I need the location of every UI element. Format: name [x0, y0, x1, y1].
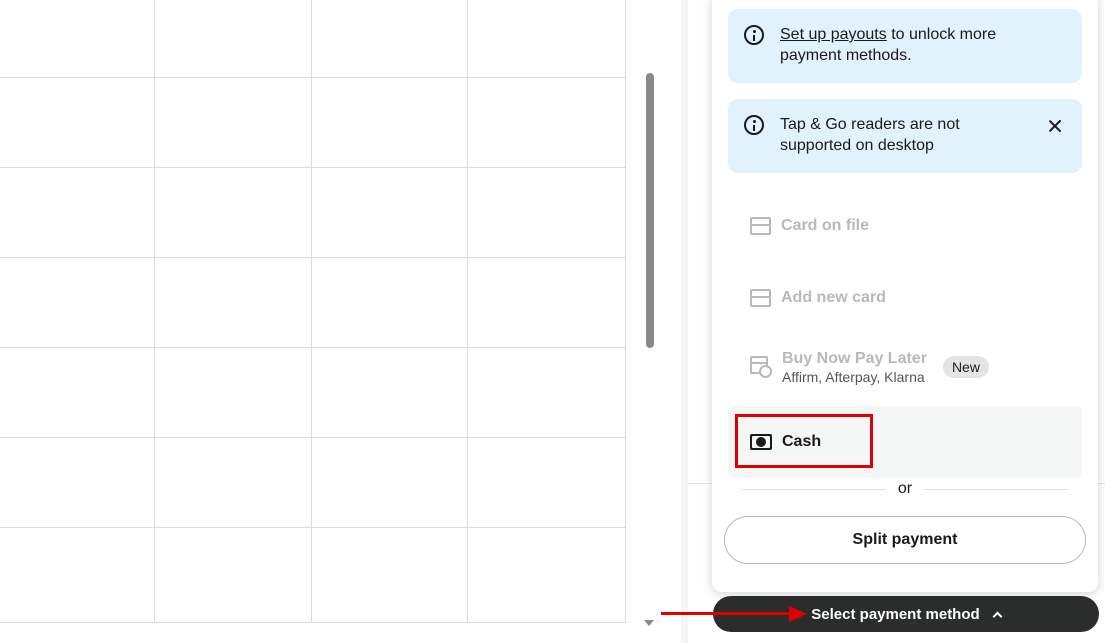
grid-cell[interactable] — [312, 528, 468, 623]
grid-cell[interactable] — [312, 78, 468, 168]
grid-cell[interactable] — [0, 0, 155, 78]
grid-cell[interactable] — [468, 258, 626, 348]
grid-cell[interactable] — [468, 0, 626, 78]
grid-cell[interactable] — [0, 438, 155, 528]
calendar-grid — [0, 0, 626, 633]
grid-cell[interactable] — [468, 168, 626, 258]
grid-cell[interactable] — [468, 348, 626, 438]
grid-cell[interactable] — [312, 438, 468, 528]
grid-cell[interactable] — [312, 258, 468, 348]
card-on-file-label: Card on file — [781, 217, 870, 234]
bnpl-providers: Affirm, Afterpay, Klarna — [782, 368, 925, 385]
setup-payouts-link[interactable]: Set up payouts — [780, 26, 887, 43]
grid-cell[interactable] — [312, 0, 468, 78]
app-root: Set up payouts to unlock more payment me… — [0, 0, 1105, 643]
grid-cell[interactable] — [312, 168, 468, 258]
payouts-banner-text: Set up payouts to unlock more payment me… — [780, 24, 1020, 66]
info-icon — [744, 25, 764, 45]
tap-go-banner-text: Tap & Go readers are not supported on de… — [780, 116, 960, 154]
tap-go-info-banner: Tap & Go readers are not supported on de… — [728, 99, 1082, 173]
calendar-clock-icon — [750, 356, 772, 378]
grid-cell[interactable] — [0, 528, 155, 623]
grid-cell[interactable] — [468, 78, 626, 168]
or-text: or — [897, 480, 913, 497]
grid-cell[interactable] — [468, 438, 626, 528]
buy-now-pay-later-option[interactable]: Buy Now Pay Later Affirm, Afterpay, Klar… — [728, 342, 1082, 392]
payouts-info-banner: Set up payouts to unlock more payment me… — [728, 9, 1082, 83]
grid-cell[interactable] — [155, 258, 312, 348]
credit-card-icon — [750, 217, 771, 235]
annotation-highlight-box — [735, 414, 873, 468]
bnpl-label: Buy Now Pay Later — [782, 349, 927, 367]
new-badge: New — [942, 356, 989, 378]
scroll-down-arrow-icon[interactable] — [644, 620, 654, 626]
chevron-up-icon — [992, 611, 1003, 621]
grid-cell[interactable] — [155, 348, 312, 438]
split-payment-button[interactable]: Split payment — [724, 516, 1086, 564]
grid-cell[interactable] — [312, 348, 468, 438]
or-divider: or — [712, 479, 1098, 499]
annotation-arrow-line — [661, 612, 791, 615]
grid-cell[interactable] — [155, 528, 312, 623]
grid-cell[interactable] — [468, 528, 626, 623]
add-new-card-label: Add new card — [781, 289, 886, 306]
add-new-card-option[interactable]: Add new card — [728, 278, 1082, 318]
grid-cell[interactable] — [0, 78, 155, 168]
annotation-arrow-icon — [789, 606, 807, 622]
card-on-file-option[interactable]: Card on file — [728, 206, 1082, 246]
grid-cell[interactable] — [155, 168, 312, 258]
divider-line — [741, 488, 886, 490]
credit-card-icon — [750, 289, 771, 307]
select-payment-method-label: Select payment method — [811, 605, 980, 623]
info-icon — [744, 115, 764, 135]
scrollbar-thumb[interactable] — [646, 73, 654, 348]
grid-cell[interactable] — [0, 258, 155, 348]
close-icon[interactable] — [1046, 117, 1064, 135]
payment-method-popover: Set up payouts to unlock more payment me… — [712, 0, 1098, 592]
divider-line — [924, 488, 1069, 490]
grid-cell[interactable] — [155, 438, 312, 528]
grid-cell[interactable] — [155, 0, 312, 78]
grid-cell[interactable] — [0, 348, 155, 438]
grid-cell[interactable] — [155, 78, 312, 168]
grid-cell[interactable] — [0, 168, 155, 258]
